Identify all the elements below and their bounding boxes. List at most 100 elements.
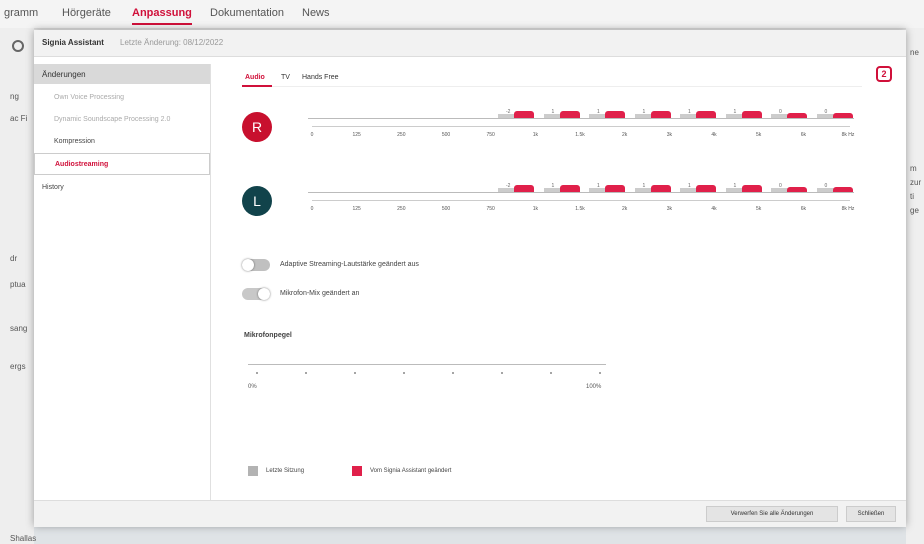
slider-tick [452, 372, 454, 374]
discard-changes-button[interactable]: Verwerfen Sie alle Änderungen [706, 506, 838, 522]
slider-tick [256, 372, 258, 374]
band-bar[interactable] [741, 111, 762, 118]
band-bar[interactable] [650, 111, 671, 118]
freq-tick-label: 1.5k [575, 132, 585, 138]
sidebar-item-audiostreaming[interactable]: Audiostreaming [34, 153, 210, 175]
left-fragment: ergs [10, 362, 26, 371]
band-bar[interactable] [559, 111, 580, 118]
dialog-header: Signia Assistant Letzte Änderung: 08/12/… [34, 30, 906, 57]
band-bar[interactable] [787, 113, 807, 118]
band-bar[interactable] [514, 111, 534, 118]
freq-tick-label: 125 [352, 132, 361, 138]
changes-sidebar: Änderungen Own Voice Processing Dynamic … [34, 64, 211, 500]
nav-tab-news[interactable]: News [302, 7, 330, 19]
band-bar[interactable] [559, 185, 580, 192]
mic-mix-toggle[interactable] [242, 288, 270, 300]
sidebar-item-own-voice[interactable]: Own Voice Processing [54, 94, 124, 101]
left-ear-badge: L [242, 186, 272, 216]
freq-tick-label: 5k [756, 206, 762, 212]
band-bar[interactable] [741, 185, 762, 192]
band-level: 1 [642, 183, 646, 189]
mic-mix-label: Mikrofon-Mix geändert an [280, 290, 360, 297]
left-fragment: ptua [10, 280, 26, 289]
nav-tab-dokumentation[interactable]: Dokumentation [210, 7, 284, 19]
band-level: 0 [824, 183, 828, 189]
band-level: 1 [688, 183, 691, 189]
slider-min-label: 0% [248, 384, 257, 390]
freq-tick-label: 1k [532, 206, 538, 212]
sidebar-item-kompression[interactable]: Kompression [54, 138, 95, 145]
band-bar[interactable] [514, 185, 534, 192]
slider-tick [501, 372, 503, 374]
sidebar-item-soundscape[interactable]: Dynamic Soundscape Processing 2.0 [54, 116, 170, 123]
app-bottom-strip [34, 526, 906, 544]
mic-level-slider[interactable] [248, 364, 606, 365]
right-ear-graph: -2 1 1 1 1 1 0 0 0 125 250 500 750 1k 1.5k 2k 3k 4k 5k 6k 8k… [308, 100, 854, 140]
freq-tick-label: 0 [310, 132, 314, 138]
freq-tick-label: 5k [756, 132, 762, 138]
freq-tick-label: 8k Hz [841, 132, 855, 138]
freq-tick-label: 2k [622, 206, 628, 212]
left-fragment: ng [10, 92, 19, 101]
band-level: 1 [733, 109, 737, 115]
legend-assistant-changed: Vom Signia Assistant geändert [370, 468, 452, 474]
band-level: 1 [688, 109, 691, 115]
signia-assistant-icon[interactable]: 2 [876, 66, 892, 82]
gear-icon[interactable] [12, 40, 24, 52]
nav-tab-hoergeraete[interactable]: Hörgeräte [62, 7, 111, 19]
right-fragment: ti [910, 192, 914, 201]
left-fragment: ac Fi [10, 114, 28, 123]
band-bar[interactable] [832, 113, 853, 118]
app-top-nav: gramm Hörgeräte Anpassung Dokumentation … [0, 0, 924, 29]
slider-max-label: 100% [586, 384, 602, 390]
nav-tab-anpassung[interactable]: Anpassung [132, 7, 192, 25]
freq-tick-label: 1k [532, 132, 538, 138]
freq-tick-label: 2k [622, 132, 628, 138]
band-bar[interactable] [696, 111, 716, 118]
app-left-panel: ng ac Fi dr ptua sang ergs [0, 28, 34, 544]
tab-tv[interactable]: TV [281, 74, 290, 81]
freq-tick-label: 125 [352, 206, 361, 212]
freq-tick-label: 500 [441, 132, 451, 138]
tab-audio[interactable]: Audio [245, 74, 265, 81]
freq-tick-label: 6k [800, 132, 806, 138]
legend-last-session: Letzte Sitzung [266, 468, 305, 474]
slider-tick [599, 372, 601, 374]
freq-tick-label: 4k [711, 132, 717, 138]
nav-tab-programm[interactable]: gramm [4, 7, 38, 19]
tab-hands-free[interactable]: Hands Free [302, 74, 339, 81]
toggle-knob [242, 259, 254, 271]
freq-tick-label: 750 [486, 206, 495, 212]
freq-tick-label: 4k [711, 206, 717, 212]
right-fragment: ge [910, 206, 919, 215]
band-level: 0 [779, 109, 782, 115]
slider-tick [550, 372, 552, 374]
adaptive-streaming-label: Adaptive Streaming-Lautstärke geändert a… [280, 261, 419, 268]
freq-tick-label: 3k [666, 206, 672, 212]
band-bar[interactable] [787, 187, 807, 192]
band-bar[interactable] [605, 185, 625, 192]
band-level: 1 [733, 183, 737, 189]
close-button[interactable]: Schließen [846, 506, 896, 522]
last-change-date: Letzte Änderung: 08/12/2022 [120, 38, 224, 47]
legend-swatch-assistant [352, 466, 362, 476]
band-level: 1 [597, 109, 600, 115]
band-bar[interactable] [650, 185, 671, 192]
slider-tick [354, 372, 356, 374]
graph-axis [312, 126, 850, 127]
freq-tick-label: 250 [397, 132, 406, 138]
freq-tick-label: 8k Hz [841, 206, 855, 212]
freq-tick-label: 6k [800, 206, 806, 212]
right-ear-badge: R [242, 112, 272, 142]
band-level: -2 [506, 109, 511, 115]
slider-tick [305, 372, 307, 374]
band-bar[interactable] [605, 111, 625, 118]
sidebar-item-history[interactable]: History [42, 184, 64, 191]
adaptive-streaming-toggle[interactable] [242, 259, 270, 271]
band-level: 1 [597, 183, 600, 189]
slider-tick [403, 372, 405, 374]
band-level: 1 [551, 109, 555, 115]
band-bar[interactable] [832, 187, 853, 192]
band-level: 0 [779, 183, 782, 189]
band-bar[interactable] [696, 185, 716, 192]
